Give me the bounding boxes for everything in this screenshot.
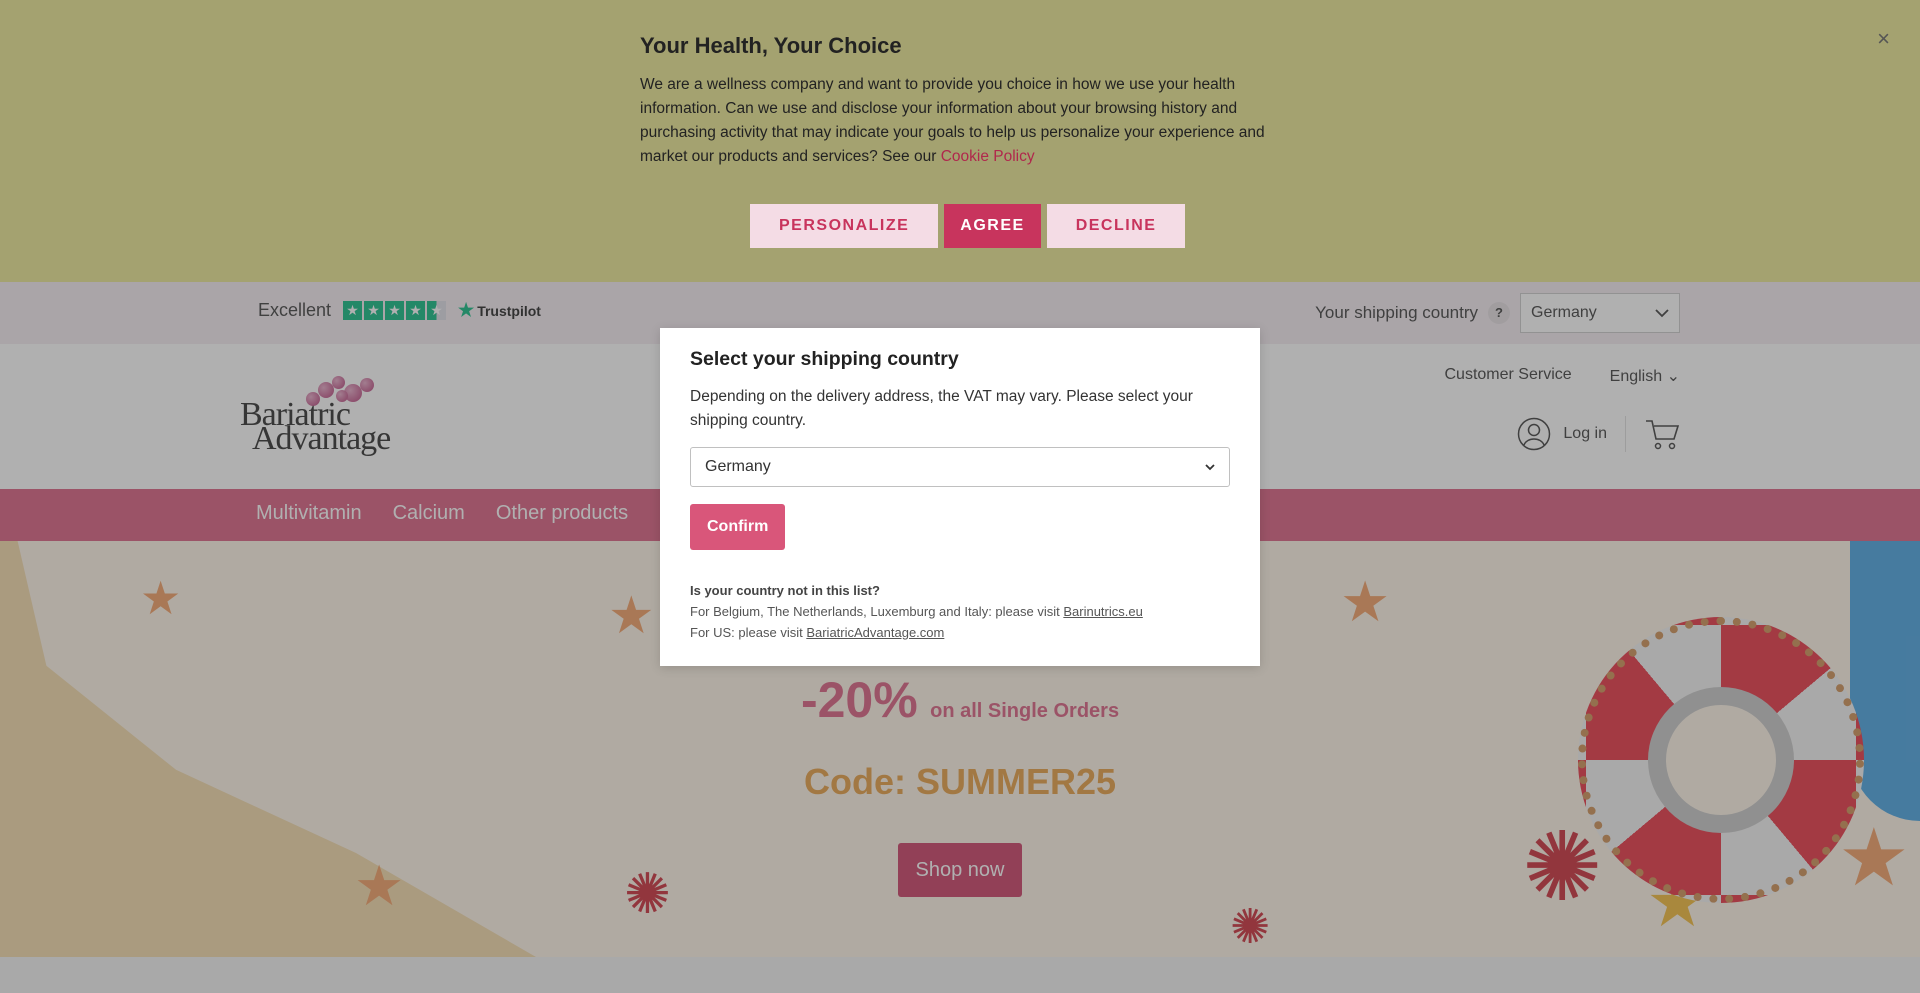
bariatric-advantage-us-link[interactable]: BariatricAdvantage.com bbox=[806, 625, 944, 640]
barinutrics-link[interactable]: Barinutrics.eu bbox=[1063, 604, 1142, 619]
cookie-banner: Your Health, Your Choice We are a wellne… bbox=[0, 0, 1920, 282]
confirm-button[interactable]: Confirm bbox=[690, 504, 786, 550]
country-select[interactable]: Germany bbox=[690, 447, 1230, 487]
cookie-banner-title: Your Health, Your Choice bbox=[640, 33, 902, 58]
modal-footer: Is your country not in this list? For Be… bbox=[690, 583, 1143, 640]
shipping-country-modal: Select your shipping country Depending o… bbox=[660, 328, 1260, 666]
chevron-down-icon bbox=[1205, 464, 1215, 471]
cookie-banner-text: We are a wellness company and want to pr… bbox=[640, 76, 1265, 165]
country-select-value: Germany bbox=[705, 458, 771, 475]
decline-button[interactable]: DECLINE bbox=[1046, 204, 1186, 248]
personalize-button[interactable]: PERSONALIZE bbox=[750, 204, 939, 248]
modal-title: Select your shipping country bbox=[690, 348, 959, 370]
agree-button[interactable]: AGREE bbox=[944, 204, 1041, 248]
country-not-listed-heading: Is your country not in this list? bbox=[690, 583, 880, 598]
close-icon[interactable]: × bbox=[1877, 26, 1890, 52]
modal-description: Depending on the delivery address, the V… bbox=[690, 388, 1193, 429]
cookie-buttons: PERSONALIZE AGREE DECLINE bbox=[750, 204, 1186, 248]
cookie-policy-link[interactable]: Cookie Policy bbox=[941, 148, 1035, 165]
